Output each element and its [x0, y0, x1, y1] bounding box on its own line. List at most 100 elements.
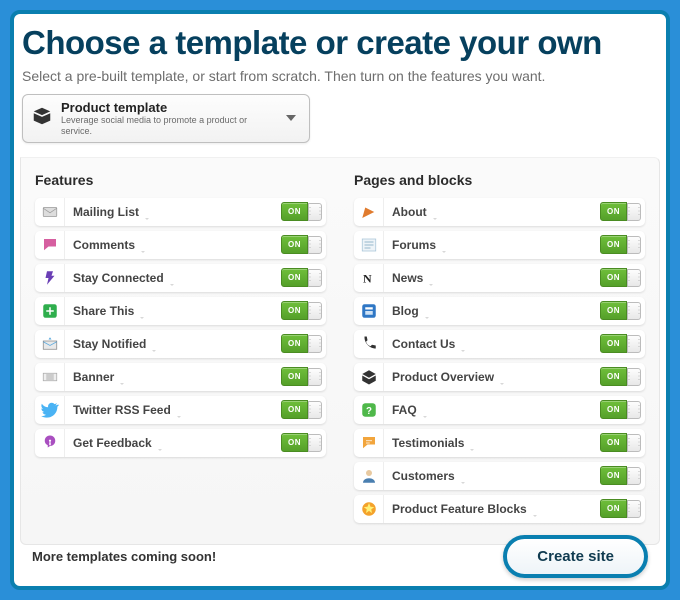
banner-icon	[35, 363, 65, 391]
toggle-knob: ⋮⋮	[308, 335, 322, 353]
feature-row: Stay ConnectedON⋮⋮	[35, 264, 326, 292]
feature-row: CommentsON⋮⋮	[35, 231, 326, 259]
feature-label: Comments	[65, 238, 281, 252]
feature-row: ? FAQON⋮⋮	[354, 396, 645, 424]
toggle-knob: ⋮⋮	[627, 368, 641, 386]
testimonials-icon	[354, 429, 384, 457]
feature-row: BlogON⋮⋮	[354, 297, 645, 325]
toggle-on-label: ON	[600, 466, 627, 485]
toggle[interactable]: ON⋮⋮	[600, 334, 645, 353]
toggle-knob: ⋮⋮	[627, 500, 641, 518]
comments-icon	[35, 231, 65, 259]
toggle-knob: ⋮⋮	[627, 236, 641, 254]
toggle-knob: ⋮⋮	[627, 335, 641, 353]
feature-row: BannerON⋮⋮	[35, 363, 326, 391]
toggle[interactable]: ON⋮⋮	[600, 202, 645, 221]
toggle-on-label: ON	[600, 400, 627, 419]
blog-icon	[354, 297, 384, 325]
toggle-knob: ⋮⋮	[627, 434, 641, 452]
toggle-knob: ⋮⋮	[308, 434, 322, 452]
feature-label: Customers	[384, 469, 600, 483]
feature-label: News	[384, 271, 600, 285]
toggle-on-label: ON	[281, 235, 308, 254]
svg-text:?: ?	[366, 405, 372, 416]
feature-row: Product Feature BlocksON⋮⋮	[354, 495, 645, 523]
dialog: Choose a template or create your own Sel…	[10, 10, 670, 590]
toggle-on-label: ON	[281, 202, 308, 221]
feature-row: CustomersON⋮⋮	[354, 462, 645, 490]
toggle-on-label: ON	[281, 400, 308, 419]
toggle-knob: ⋮⋮	[308, 401, 322, 419]
feature-label: Stay Connected	[65, 271, 281, 285]
toggle[interactable]: ON⋮⋮	[281, 268, 326, 287]
features-heading: Features	[35, 172, 326, 188]
toggle[interactable]: ON⋮⋮	[281, 367, 326, 386]
feature-row: TestimonialsON⋮⋮	[354, 429, 645, 457]
pages-column: Pages and blocks AboutON⋮⋮ForumsON⋮⋮NNew…	[354, 172, 645, 528]
toggle-knob: ⋮⋮	[627, 401, 641, 419]
feature-row: ForumsON⋮⋮	[354, 231, 645, 259]
toggle[interactable]: ON⋮⋮	[600, 433, 645, 452]
svg-text:N: N	[363, 271, 372, 285]
template-dropdown[interactable]: Product template Leverage social media t…	[22, 94, 310, 143]
footer-text: More templates coming soon!	[32, 549, 216, 564]
toggle-knob: ⋮⋮	[308, 236, 322, 254]
toggle-on-label: ON	[600, 301, 627, 320]
toggle[interactable]: ON⋮⋮	[600, 466, 645, 485]
toggle[interactable]: ON⋮⋮	[600, 268, 645, 287]
toggle-on-label: ON	[600, 367, 627, 386]
feature-label: Blog	[384, 304, 600, 318]
about-icon	[354, 198, 384, 226]
faq-icon: ?	[354, 396, 384, 424]
toggle[interactable]: ON⋮⋮	[281, 433, 326, 452]
mailing-list-icon	[35, 198, 65, 226]
toggle-on-label: ON	[281, 367, 308, 386]
template-title: Product template	[61, 100, 273, 115]
stay-connected-icon	[35, 264, 65, 292]
feature-row: Share ThisON⋮⋮	[35, 297, 326, 325]
feature-row: Product OverviewON⋮⋮	[354, 363, 645, 391]
toggle[interactable]: ON⋮⋮	[600, 301, 645, 320]
toggle-on-label: ON	[600, 499, 627, 518]
contact-us-icon	[354, 330, 384, 358]
toggle-on-label: ON	[281, 301, 308, 320]
feature-label: FAQ	[384, 403, 600, 417]
twitter-rss-feed-icon	[35, 396, 65, 424]
toggle-on-label: ON	[600, 433, 627, 452]
pages-heading: Pages and blocks	[354, 172, 645, 188]
feature-label: Banner	[65, 370, 281, 384]
share-this-icon	[35, 297, 65, 325]
toggle-on-label: ON	[281, 268, 308, 287]
create-site-button[interactable]: Create site	[503, 535, 648, 578]
product-overview-icon	[354, 363, 384, 391]
feature-label: Contact Us	[384, 337, 600, 351]
toggle[interactable]: ON⋮⋮	[600, 499, 645, 518]
feature-label: Get Feedback	[65, 436, 281, 450]
toggle[interactable]: ON⋮⋮	[281, 202, 326, 221]
toggle[interactable]: ON⋮⋮	[281, 400, 326, 419]
feature-label: Forums	[384, 238, 600, 252]
page-title: Choose a template or create your own	[22, 24, 660, 62]
chevron-down-icon	[281, 115, 301, 121]
stay-notified-icon	[35, 330, 65, 358]
toggle-on-label: ON	[600, 202, 627, 221]
toggle[interactable]: ON⋮⋮	[281, 235, 326, 254]
toggle[interactable]: ON⋮⋮	[281, 301, 326, 320]
customers-icon	[354, 462, 384, 490]
toggle[interactable]: ON⋮⋮	[281, 334, 326, 353]
feature-label: Product Feature Blocks	[384, 502, 600, 516]
toggle-on-label: ON	[281, 334, 308, 353]
feature-row: Contact UsON⋮⋮	[354, 330, 645, 358]
feature-label: Twitter RSS Feed	[65, 403, 281, 417]
box-icon	[31, 105, 53, 132]
news-icon: N	[354, 264, 384, 292]
toggle-on-label: ON	[281, 433, 308, 452]
toggle[interactable]: ON⋮⋮	[600, 235, 645, 254]
toggle[interactable]: ON⋮⋮	[600, 367, 645, 386]
forums-icon	[354, 231, 384, 259]
toggle[interactable]: ON⋮⋮	[600, 400, 645, 419]
feature-label: Stay Notified	[65, 337, 281, 351]
template-desc: Leverage social media to promote a produ…	[61, 115, 273, 137]
feature-label: Testimonials	[384, 436, 600, 450]
feature-row: N NewsON⋮⋮	[354, 264, 645, 292]
